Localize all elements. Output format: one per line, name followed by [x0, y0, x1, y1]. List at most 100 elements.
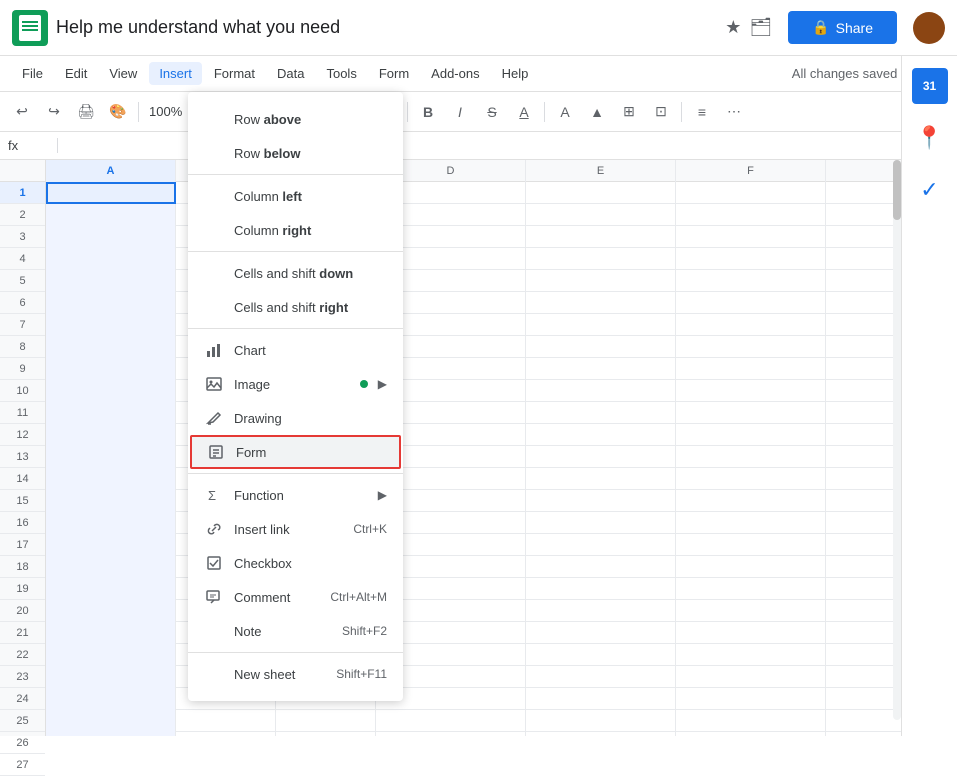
- cell-f24[interactable]: [676, 688, 826, 710]
- cell-e16[interactable]: [526, 512, 676, 534]
- more-button[interactable]: ⋯: [720, 98, 748, 126]
- cell-f8[interactable]: [676, 336, 826, 358]
- row-25-header[interactable]: 25: [0, 710, 45, 732]
- cell-f16[interactable]: [676, 512, 826, 534]
- cell-e22[interactable]: [526, 644, 676, 666]
- row-5-header[interactable]: 5: [0, 270, 45, 292]
- cell-e5[interactable]: [526, 270, 676, 292]
- cells-shift-right[interactable]: Cells and shift right: [188, 290, 403, 324]
- cell-e11[interactable]: [526, 402, 676, 424]
- menu-edit[interactable]: Edit: [55, 62, 97, 85]
- cell-e12[interactable]: [526, 424, 676, 446]
- print-button[interactable]: 🖨: [72, 98, 100, 126]
- cell-f17[interactable]: [676, 534, 826, 556]
- insert-form[interactable]: Form: [190, 435, 401, 469]
- cell-e14[interactable]: [526, 468, 676, 490]
- cell-f15[interactable]: [676, 490, 826, 512]
- insert-checkbox[interactable]: Checkbox: [188, 546, 403, 580]
- cell-f6[interactable]: [676, 292, 826, 314]
- cell-a26[interactable]: [46, 732, 176, 736]
- col-f-header[interactable]: F: [676, 160, 826, 182]
- borders-button[interactable]: ⊞: [615, 98, 643, 126]
- cell-f4[interactable]: [676, 248, 826, 270]
- cell-e10[interactable]: [526, 380, 676, 402]
- cell-a12[interactable]: [46, 424, 176, 446]
- cell-a3[interactable]: [46, 226, 176, 248]
- menu-view[interactable]: View: [99, 62, 147, 85]
- row-7-header[interactable]: 7: [0, 314, 45, 336]
- cell-e3[interactable]: [526, 226, 676, 248]
- cell-c25[interactable]: [276, 710, 376, 732]
- cell-e9[interactable]: [526, 358, 676, 380]
- row-6-header[interactable]: 6: [0, 292, 45, 314]
- menu-file[interactable]: File: [12, 62, 53, 85]
- cell-f26[interactable]: [676, 732, 826, 736]
- insert-note[interactable]: Note Shift+F2: [188, 614, 403, 648]
- star-icon[interactable]: ★: [725, 17, 741, 38]
- cell-e24[interactable]: [526, 688, 676, 710]
- cell-a7[interactable]: [46, 314, 176, 336]
- cell-f21[interactable]: [676, 622, 826, 644]
- folder-icon[interactable]: 🗂: [749, 17, 772, 38]
- cell-a10[interactable]: [46, 380, 176, 402]
- cell-f20[interactable]: [676, 600, 826, 622]
- row-3-header[interactable]: 3: [0, 226, 45, 248]
- row-23-header[interactable]: 23: [0, 666, 45, 688]
- cell-e6[interactable]: [526, 292, 676, 314]
- scrollbar[interactable]: [893, 160, 901, 720]
- cell-f13[interactable]: [676, 446, 826, 468]
- bold-button[interactable]: B: [414, 98, 442, 126]
- cell-b25[interactable]: [176, 710, 276, 732]
- underline-button[interactable]: A: [510, 98, 538, 126]
- cell-f23[interactable]: [676, 666, 826, 688]
- menu-insert[interactable]: Insert: [149, 62, 202, 85]
- row-22-header[interactable]: 22: [0, 644, 45, 666]
- cell-a21[interactable]: [46, 622, 176, 644]
- cell-f3[interactable]: [676, 226, 826, 248]
- cell-a19[interactable]: [46, 578, 176, 600]
- cell-f18[interactable]: [676, 556, 826, 578]
- highlight-button[interactable]: ▲: [583, 98, 611, 126]
- insert-comment[interactable]: Comment Ctrl+Alt+M: [188, 580, 403, 614]
- cell-c26[interactable]: [276, 732, 376, 736]
- maps-icon[interactable]: 📍: [912, 120, 948, 156]
- cell-b26[interactable]: [176, 732, 276, 736]
- cell-f25[interactable]: [676, 710, 826, 732]
- share-button[interactable]: 🔒 Share: [788, 11, 897, 44]
- row-12-header[interactable]: 12: [0, 424, 45, 446]
- tasks-icon[interactable]: ✓: [912, 172, 948, 208]
- row-18-header[interactable]: 18: [0, 556, 45, 578]
- cell-a15[interactable]: [46, 490, 176, 512]
- col-a-header[interactable]: A: [46, 160, 176, 182]
- cell-f7[interactable]: [676, 314, 826, 336]
- cell-e20[interactable]: [526, 600, 676, 622]
- insert-col-right[interactable]: Column right: [188, 213, 403, 247]
- insert-link[interactable]: Insert link Ctrl+K: [188, 512, 403, 546]
- cell-e7[interactable]: [526, 314, 676, 336]
- cell-f2[interactable]: [676, 204, 826, 226]
- redo-button[interactable]: ↪: [40, 98, 68, 126]
- row-15-header[interactable]: 15: [0, 490, 45, 512]
- cell-a2[interactable]: [46, 204, 176, 226]
- cell-a17[interactable]: [46, 534, 176, 556]
- cell-e8[interactable]: [526, 336, 676, 358]
- cell-f22[interactable]: [676, 644, 826, 666]
- insert-new-sheet[interactable]: New sheet Shift+F11: [188, 657, 403, 691]
- insert-col-left[interactable]: Column left: [188, 179, 403, 213]
- merge-button[interactable]: ⊡: [647, 98, 675, 126]
- cell-a13[interactable]: [46, 446, 176, 468]
- menu-format[interactable]: Format: [204, 62, 265, 85]
- menu-tools[interactable]: Tools: [316, 62, 366, 85]
- row-10-header[interactable]: 10: [0, 380, 45, 402]
- paint-button[interactable]: 🎨: [104, 98, 132, 126]
- cell-f1[interactable]: [676, 182, 826, 204]
- menu-data[interactable]: Data: [267, 62, 314, 85]
- row-16-header[interactable]: 16: [0, 512, 45, 534]
- cell-e21[interactable]: [526, 622, 676, 644]
- cell-e18[interactable]: [526, 556, 676, 578]
- row-2-header[interactable]: 2: [0, 204, 45, 226]
- cell-a16[interactable]: [46, 512, 176, 534]
- menu-addons[interactable]: Add-ons: [421, 62, 489, 85]
- menu-help[interactable]: Help: [492, 62, 539, 85]
- col-e-header[interactable]: E: [526, 160, 676, 182]
